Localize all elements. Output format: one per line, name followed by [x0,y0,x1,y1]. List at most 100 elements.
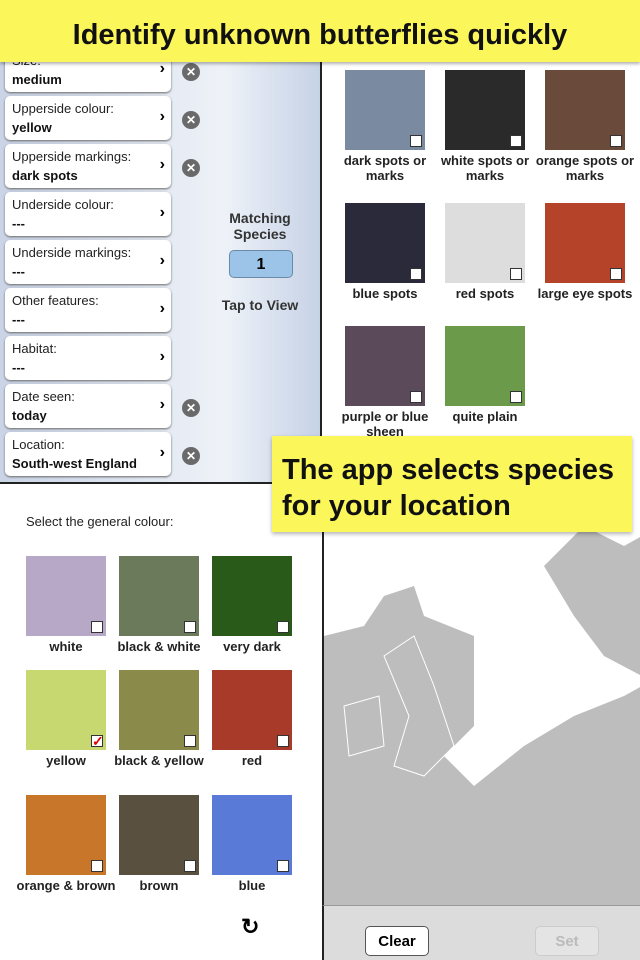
butterfly-thumbnail[interactable] [26,795,106,875]
butterfly-thumbnail[interactable] [445,203,525,283]
filter-value: South-west England [12,456,137,471]
chevron-right-icon: › [159,252,165,269]
filter-label: Date seen: [12,389,75,404]
filter-label: Other features: [12,293,99,308]
butterfly-thumbnail[interactable] [119,670,199,750]
checkbox[interactable] [91,860,103,872]
butterfly-thumbnail[interactable] [545,70,625,150]
checkbox[interactable] [610,268,622,280]
filter-label: Habitat: [12,341,57,356]
filter-row[interactable]: Upperside markings: dark spots › [5,144,171,188]
checkbox[interactable] [510,268,522,280]
checkbox[interactable] [277,621,289,633]
checkbox[interactable] [610,135,622,147]
butterfly-thumbnail[interactable] [345,70,425,150]
checkbox[interactable] [184,735,196,747]
butterfly-thumbnail[interactable] [119,556,199,636]
filter-row[interactable]: Date seen: today › [5,384,171,428]
filter-value: --- [12,360,25,375]
checkbox[interactable] [410,391,422,403]
butterfly-thumbnail[interactable] [545,203,625,283]
filter-row[interactable]: Underside markings: --- › [5,240,171,284]
chevron-right-icon: › [159,396,165,413]
butterfly-thumbnail[interactable] [212,556,292,636]
checkbox[interactable] [510,391,522,403]
matching-count-button[interactable]: 1 [229,250,293,278]
chevron-right-icon: › [159,204,165,221]
matching-species-label: Matching Species [229,210,291,242]
clear-filter-icon[interactable]: ✕ [182,111,200,129]
filter-row[interactable]: Location: South-west England › [5,432,171,476]
promo-banner-top: Identify unknown butterflies quickly [0,0,640,62]
checkbox[interactable] [184,621,196,633]
filter-value: yellow [12,120,52,135]
filter-label: Underside markings: [12,245,132,260]
filter-label: Upperside colour: [12,101,114,116]
filter-row[interactable]: Other features: --- › [5,288,171,332]
checkbox[interactable] [410,268,422,280]
clear-filter-icon[interactable]: ✕ [182,63,200,81]
thumbnail-caption: red [241,753,263,768]
filter-label: Upperside markings: [12,149,132,164]
chevron-right-icon: › [159,108,165,125]
filter-value: --- [12,312,25,327]
clear-filter-icon[interactable]: ✕ [182,447,200,465]
clear-button[interactable]: Clear [365,926,429,956]
thumbnail-caption: blue [238,878,266,893]
colour-prompt: Select the general colour: [26,514,174,529]
thumbnail-caption: brown [139,878,179,893]
filter-value: --- [12,216,25,231]
filter-value: today [12,408,47,423]
butterfly-thumbnail[interactable] [345,203,425,283]
thumbnail-caption: white spots or marks [440,153,530,183]
chevron-right-icon: › [159,444,165,461]
checkbox[interactable] [410,135,422,147]
thumbnail-caption: orange spots or marks [535,153,635,183]
thumbnail-caption: very dark [223,639,281,654]
thumbnail-caption: purple or blue sheen [341,409,429,439]
butterfly-thumbnail[interactable] [26,556,106,636]
map-toolbar: Clear Set [322,905,640,960]
thumbnail-caption: red spots [455,286,515,301]
butterfly-thumbnail[interactable] [212,670,292,750]
filter-row[interactable]: Habitat: --- › [5,336,171,380]
refresh-icon[interactable]: ↻ [241,914,259,940]
promo-banner-location: The app selects species for your locatio… [272,436,632,532]
set-button[interactable]: Set [535,926,599,956]
butterfly-thumbnail[interactable] [445,70,525,150]
thumbnail-caption: white [49,639,83,654]
chevron-right-icon: › [159,348,165,365]
thumbnail-caption: quite plain [452,409,518,424]
thumbnail-caption: dark spots or marks [343,153,427,183]
chevron-right-icon: › [159,300,165,317]
clear-filter-icon[interactable]: ✕ [182,159,200,177]
tap-to-view-label: Tap to View [221,297,299,313]
thumbnail-caption: blue spots [352,286,418,301]
filter-value: --- [12,264,25,279]
filter-value: medium [12,72,62,87]
checkbox[interactable] [277,860,289,872]
filter-row[interactable]: Underside colour: --- › [5,192,171,236]
clear-filter-icon[interactable]: ✕ [182,399,200,417]
filter-value: dark spots [12,168,78,183]
butterfly-thumbnail[interactable] [445,326,525,406]
checkbox[interactable] [184,860,196,872]
chevron-right-icon: › [159,156,165,173]
checkbox[interactable] [91,621,103,633]
butterfly-thumbnail[interactable] [212,795,292,875]
thumbnail-caption: black & white [117,639,201,654]
thumbnail-caption: large eye spots [537,286,633,301]
filter-row[interactable]: Upperside colour: yellow › [5,96,171,140]
thumbnail-caption: yellow [46,753,86,768]
filter-label: Location: [12,437,65,452]
chevron-right-icon: › [159,60,165,77]
butterfly-thumbnail[interactable] [345,326,425,406]
thumbnail-caption: black & yellow [114,753,204,768]
butterfly-thumbnail[interactable] [119,795,199,875]
checkbox[interactable]: ✓ [91,734,104,748]
checkbox[interactable] [277,735,289,747]
location-map[interactable] [322,486,640,906]
butterfly-thumbnail[interactable]: ✓ [26,670,106,750]
checkbox[interactable] [510,135,522,147]
europe-map [324,526,640,906]
